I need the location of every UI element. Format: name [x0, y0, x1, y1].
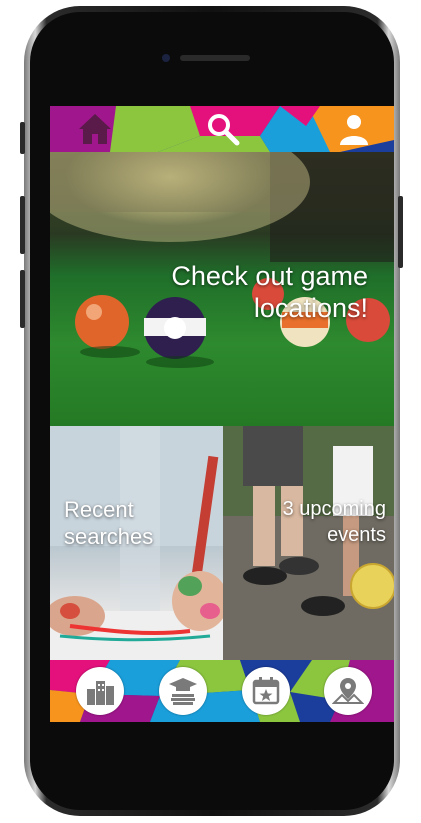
buildings-icon	[87, 681, 114, 705]
home-icon[interactable]	[77, 111, 113, 147]
learn-button[interactable]	[159, 667, 207, 715]
earpiece-speaker	[180, 55, 250, 61]
calendar-star-icon	[252, 677, 280, 705]
search-icon[interactable]	[205, 111, 241, 147]
venues-button[interactable]	[76, 667, 124, 715]
bottom-nav-bar	[50, 660, 394, 722]
power-button	[398, 196, 403, 268]
user-icon[interactable]	[336, 111, 372, 147]
app-screen: Check out game locations! Recent searche…	[50, 106, 394, 722]
recent-searches-tile[interactable]: Recent searches	[50, 426, 223, 660]
volume-up-button	[20, 196, 25, 254]
volume-down-button	[20, 270, 25, 328]
hero-game-locations[interactable]: Check out game locations!	[50, 152, 394, 426]
upcoming-events-label: 3 upcoming events	[282, 498, 386, 546]
graduation-books-icon	[169, 678, 197, 705]
top-nav-bar	[50, 106, 394, 152]
map-button[interactable]	[324, 667, 372, 715]
map-pin-icon	[332, 678, 364, 704]
front-camera	[162, 54, 170, 62]
events-calendar-button[interactable]	[242, 667, 290, 715]
mute-switch	[20, 122, 25, 154]
hero-headline: Check out game locations!	[171, 261, 368, 323]
upcoming-events-tile[interactable]: 3 upcoming events	[223, 426, 394, 660]
recent-searches-label: Recent searches	[64, 497, 154, 549]
